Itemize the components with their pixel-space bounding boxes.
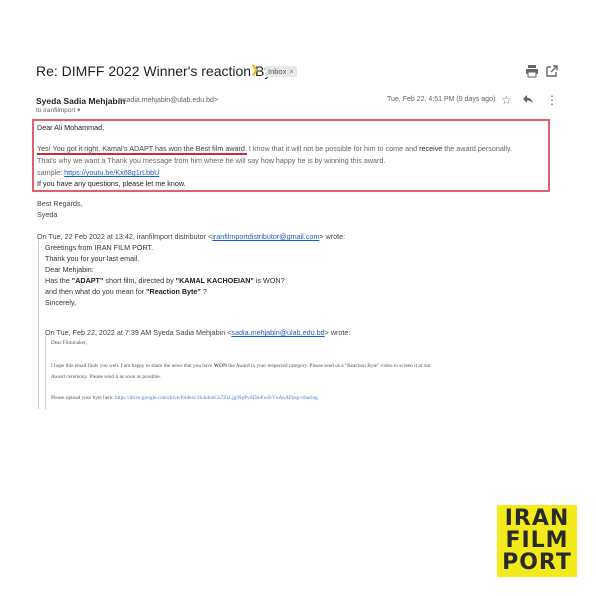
closing-regards: Best Regards,: [37, 199, 83, 208]
body-line-award-rest-b: the award personally.: [442, 144, 513, 153]
quote2-line: Award ceremony. Please send it as soon a…: [51, 374, 162, 380]
quote1-attribution-suffix: > wrote:: [319, 232, 346, 241]
quote2-attribution: On Tue, Feb 22, 2022 at 7:39 AM Syeda Sa…: [45, 328, 350, 337]
quote2-attribution-prefix: On Tue, Feb 22, 2022 at 7:39 AM Syeda Sa…: [45, 328, 232, 337]
quote1-line: Sincerely,: [45, 298, 77, 307]
body-line-award-rest-a: I know that it will not be possible for …: [246, 144, 420, 153]
quote2-bar: [45, 336, 46, 409]
quote1-line: Has the "ADAPT" short film, directed by …: [45, 276, 285, 285]
q1-text: and then what do you mean for: [45, 287, 147, 296]
sample-prefix: sample:: [37, 168, 65, 177]
quote2-line: Please upload your byte here: https://dr…: [51, 395, 318, 401]
sender-email: <sadia.mehjabin@ulab.edu.bd>: [119, 97, 218, 104]
quote1-line: Thank you for your last email.: [45, 254, 140, 263]
more-options-icon[interactable]: ⋮: [546, 93, 558, 107]
quote1-attribution-prefix: On Tue, 22 Feb 2022 at 13:42, iranfilmpo…: [37, 232, 213, 241]
q1-text: short film, directed by: [103, 276, 176, 285]
closing-signature: Syeda: [37, 210, 58, 219]
body-greeting: Dear Ali Mohammad,: [37, 123, 105, 132]
quote1-email-link[interactable]: iranfilmportdistributor@gmail.com: [212, 232, 319, 241]
quote2-line: Dear Filmmaker,: [51, 340, 87, 346]
q1-text: Has the: [45, 276, 72, 285]
q1-text: is WON?: [253, 276, 285, 285]
quote1-line: Dear Mehjabin:: [45, 265, 94, 274]
q2-won: WON: [213, 363, 227, 369]
importance-marker-icon[interactable]: ❯: [250, 63, 259, 76]
sender-name[interactable]: Syeda Sadia Mehjabin: [36, 96, 125, 106]
drive-upload-link[interactable]: https://drive.google.com/drive/folders/1…: [115, 395, 318, 401]
body-line-sample: sample: https://youtu.be/Kx68g1rLbbU: [37, 168, 159, 177]
open-in-new-window-icon[interactable]: [545, 64, 559, 78]
quote1-line: and then what do you mean for "Reaction …: [45, 287, 207, 296]
body-line-thankyou: That's why we want a Thank you message f…: [37, 156, 386, 165]
inbox-label-text: Inbox: [268, 67, 287, 76]
logo-text-iran: IRAN: [504, 506, 570, 531]
body-line-questions: If you have any questions, please let me…: [37, 179, 186, 188]
logo-text-port: PORT: [502, 550, 572, 575]
quote1-bar: [38, 241, 39, 409]
reply-icon[interactable]: [522, 93, 534, 105]
q1-director: "KAMAL KACHOEIAN": [175, 276, 254, 285]
iran-film-port-logo: IRAN FILM PORT: [497, 505, 577, 577]
q1-film-title: "ADAPT": [71, 276, 104, 285]
sample-video-link[interactable]: https://youtu.be/Kx68g1rLbbU: [64, 168, 159, 177]
quote2-attribution-suffix: > wrote:: [324, 328, 351, 337]
email-subject: Re: DIMFF 2022 Winner's reaction Byte: [36, 63, 283, 79]
quote2-email-link[interactable]: sadia.mehjabin@ulab.edu.bd: [231, 328, 324, 337]
remove-label-icon[interactable]: ×: [289, 67, 293, 76]
logo-text-film: FILM: [505, 528, 569, 553]
message-date: Tue, Feb 22, 4:51 PM (9 days ago): [387, 96, 496, 103]
q1-text: ?: [200, 287, 207, 296]
quote1-attribution: On Tue, 22 Feb 2022 at 13:42, iranfilmpo…: [37, 232, 345, 241]
inbox-label-chip[interactable]: Inbox ×: [265, 66, 297, 77]
quote1-line: Greetings from IRAN FILM PORT.: [45, 243, 154, 252]
q1-reaction-byte: "Reaction Byte": [146, 287, 201, 296]
body-line-award: Yes! You got it right. Kamal's ADAPT has…: [37, 144, 513, 155]
quote2-line: I hope this email finds you well. I am h…: [51, 363, 431, 369]
body-underlined-sentence: Yes! You got it right. Kamal's ADAPT has…: [37, 144, 247, 155]
star-icon[interactable]: ☆: [501, 93, 512, 107]
q2-upload-prefix: Please upload your byte here:: [51, 395, 115, 401]
recipient-dropdown[interactable]: to iranfilmport ▾: [36, 106, 80, 114]
print-icon[interactable]: [525, 64, 539, 78]
q2-text: the Award in your respected category. Pl…: [226, 363, 431, 369]
body-line-award-strong: receive: [419, 144, 443, 153]
q2-text: I hope this email finds you well. I am h…: [51, 363, 214, 369]
